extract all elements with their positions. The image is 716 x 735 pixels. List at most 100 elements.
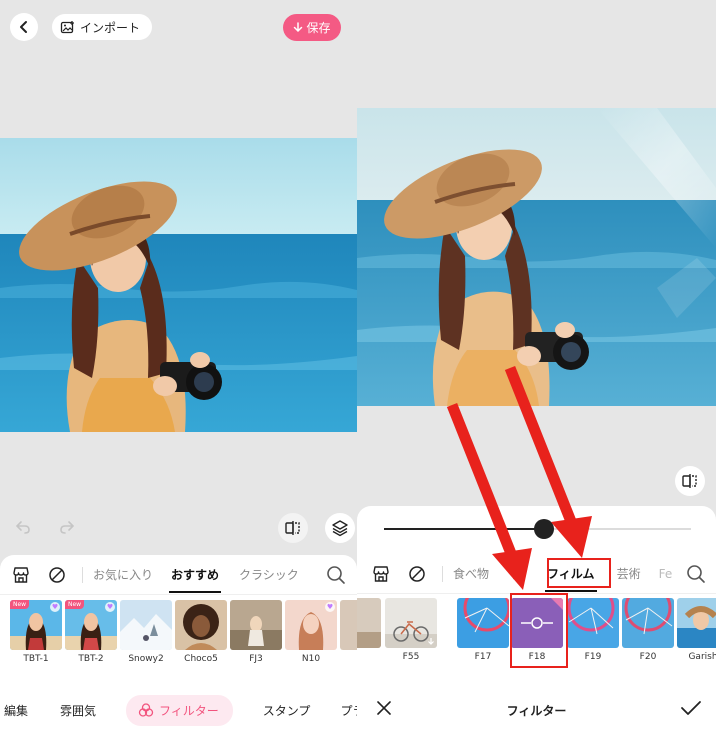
close-icon — [377, 701, 391, 715]
tab-fe[interactable]: Fe — [659, 567, 673, 581]
filter-preview-image — [340, 600, 357, 650]
tab-food[interactable]: 食べ物 — [453, 565, 489, 582]
tab-classic[interactable]: クラシック — [239, 566, 299, 583]
filtered-photo — [357, 108, 716, 406]
filter-thumb-b[interactable]: B — [340, 600, 357, 664]
filter-intensity-slider[interactable] — [384, 519, 691, 539]
layers-icon — [332, 520, 348, 537]
filter-thumb-snowy2[interactable]: Snowy2 — [120, 600, 172, 664]
filter-thumb-n10[interactable]: ♥ N10 — [285, 600, 337, 664]
layers-button[interactable] — [325, 513, 355, 543]
right-filter-screen: 食べ物 日 フィルム 芸術 Fe F55 F17 F18 F19 F20 Gar… — [357, 0, 716, 735]
tool-filter[interactable]: フィルター — [126, 694, 233, 726]
filter-name: Choco5 — [184, 654, 218, 664]
tab-favorites[interactable]: お気に入り — [93, 566, 153, 583]
search-icon — [326, 565, 345, 584]
filter-thumb-fj3[interactable]: FJ3 — [230, 600, 282, 664]
save-label: 保存 — [306, 21, 331, 35]
undo-icon — [15, 521, 30, 534]
prohibited-icon — [409, 565, 425, 582]
tab-separator — [82, 566, 83, 583]
heart-icon: ♥ — [50, 602, 60, 612]
filter-preview-image — [622, 598, 674, 648]
filter-name: F17 — [474, 652, 492, 662]
filter-preview-image: New ♥ — [10, 600, 62, 650]
prohibited-icon — [49, 566, 65, 583]
beach-portrait-film-image — [357, 108, 716, 406]
filter-store-button[interactable] — [370, 563, 392, 585]
heart-icon: ♥ — [325, 602, 335, 612]
filter-preview-image — [457, 598, 509, 648]
filter-thumb-choco5[interactable]: Choco5 — [175, 600, 227, 664]
filter-thumb-tbt-1[interactable]: New ♥ TBT-1 — [10, 600, 62, 664]
tool-edit[interactable]: 編集 — [4, 702, 28, 719]
tab-art[interactable]: 芸術 — [617, 565, 641, 582]
f18-highlight-box — [510, 593, 568, 668]
cancel-button[interactable] — [375, 699, 393, 721]
filter-thumb-partial[interactable] — [357, 598, 381, 652]
filter-search-button[interactable] — [685, 563, 707, 585]
slider-fill — [384, 528, 544, 530]
tool-filter-label: フィルター — [159, 703, 219, 718]
filter-preview-image — [357, 598, 381, 648]
film-tab-highlight-box — [547, 558, 611, 588]
chevron-left-icon — [20, 21, 27, 33]
undo-button[interactable] — [8, 512, 38, 542]
filter-thumb-f19[interactable]: F19 — [567, 598, 619, 662]
no-filter-button[interactable] — [46, 564, 68, 586]
filter-search-button[interactable] — [325, 564, 347, 586]
filter-preview-image — [175, 600, 227, 650]
filter-name: FJ3 — [249, 654, 263, 664]
new-badge: New — [65, 600, 85, 609]
filter-name: B — [340, 654, 357, 664]
beach-portrait-image — [0, 138, 357, 432]
tool-atmosphere[interactable]: 雰囲気 — [60, 702, 96, 719]
bottom-toolbar: 編集 雰囲気 フィルター スタンプ プラ — [0, 685, 357, 735]
filter-category-tabs: お気に入り おすすめ クラシック — [0, 555, 357, 595]
filter-name: F20 — [639, 652, 657, 662]
filter-title: フィルター — [506, 703, 567, 718]
heart-icon: ♥ — [105, 602, 115, 612]
filter-thumb-garish[interactable]: Garish — [677, 598, 716, 662]
filter-thumb-tbt-2[interactable]: New ♥ TBT-2 — [65, 600, 117, 664]
compare-icon — [682, 474, 697, 488]
filter-preview-image — [120, 600, 172, 650]
filter-preview-image: New ♥ — [65, 600, 117, 650]
compare-button[interactable] — [278, 513, 308, 543]
save-button[interactable]: 保存 — [283, 14, 341, 41]
filter-name: TBT-1 — [23, 654, 49, 664]
filter-circles-icon — [138, 703, 154, 717]
import-button[interactable]: インポート — [52, 14, 153, 40]
filter-name: N10 — [301, 654, 321, 664]
filter-category-tabs: 食べ物 日 フィルム 芸術 Fe — [357, 554, 716, 594]
filter-store-button[interactable] — [10, 564, 32, 586]
confirm-button[interactable] — [680, 699, 702, 721]
filter-preview-image — [385, 598, 437, 648]
tab-day[interactable]: 日 — [511, 565, 523, 582]
filter-name: TBT-2 — [78, 654, 104, 664]
search-icon — [687, 564, 705, 583]
filter-thumb-f17[interactable]: F17 — [457, 598, 509, 662]
filter-thumb-f20[interactable]: F20 — [622, 598, 674, 662]
tool-sticker[interactable]: スタンプ — [263, 702, 311, 719]
edited-photo — [0, 138, 357, 432]
redo-button[interactable] — [52, 512, 82, 542]
compare-button[interactable] — [675, 466, 705, 496]
back-button[interactable] — [10, 13, 38, 41]
tab-separator — [442, 565, 443, 582]
filter-thumbnail-list: New ♥ TBT-1 New ♥ TBT-2 Snowy2 Choco5 FJ… — [0, 600, 357, 680]
filter-name: F55 — [402, 652, 420, 662]
tool-plus[interactable]: プラ — [340, 702, 357, 719]
slider-knob[interactable] — [533, 519, 554, 539]
store-icon — [13, 566, 29, 583]
no-filter-button[interactable] — [406, 563, 428, 585]
filter-preview-image — [230, 600, 282, 650]
filter-preview-image — [677, 598, 716, 648]
filter-preview-image: ♥ — [285, 600, 337, 650]
import-label: インポート — [80, 20, 141, 35]
redo-icon — [60, 521, 75, 534]
compare-icon — [285, 521, 300, 535]
download-arrow-icon — [294, 22, 303, 33]
filter-thumb-f55[interactable]: F55 — [385, 598, 437, 662]
tab-recommended[interactable]: おすすめ — [169, 566, 222, 593]
